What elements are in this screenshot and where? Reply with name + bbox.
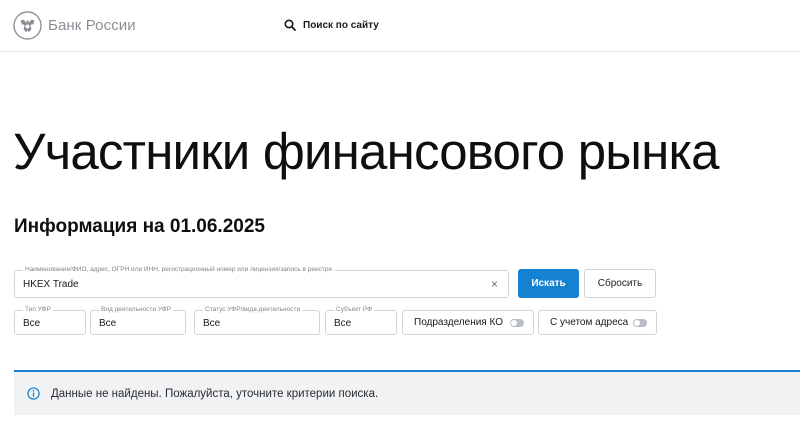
- filter-region[interactable]: Субъект РФ Все: [325, 306, 397, 335]
- page-title: Участники финансового рынка: [13, 123, 719, 180]
- toggle-ko-divisions-label: Подразделения КО: [414, 317, 503, 328]
- toggle-switch-icon[interactable]: [510, 318, 524, 327]
- search-link-label: Поиск по сайту: [303, 19, 379, 31]
- toggle-with-address[interactable]: С учетом адреса: [538, 310, 657, 335]
- filter-activity-type-label: Вид деятельности УФР: [99, 306, 174, 314]
- site-header: Банк России Поиск по сайту: [0, 0, 800, 52]
- info-icon: [27, 387, 40, 400]
- reset-button[interactable]: Сбросить: [584, 269, 656, 298]
- filter-status[interactable]: Статус УФР/вида деятельности Все: [194, 306, 320, 335]
- clear-icon[interactable]: ×: [491, 278, 498, 290]
- filter-ufr-type-label: Тип УФР: [23, 306, 53, 314]
- no-results-notice: Данные не найдены. Пожалуйста, уточните …: [14, 370, 800, 415]
- filter-activity-type-value: Все: [99, 318, 117, 329]
- info-date-title: Информация на 01.06.2025: [14, 216, 265, 237]
- filter-status-value: Все: [203, 318, 221, 329]
- bank-emblem-icon[interactable]: [13, 11, 42, 40]
- registry-search-input[interactable]: Наименование/ФИО, адрес, ОГРН или ИНН, р…: [14, 266, 509, 298]
- filter-ufr-type-value: Все: [23, 318, 41, 329]
- toggle-switch-icon[interactable]: [633, 318, 647, 327]
- filter-region-label: Субъект РФ: [334, 306, 375, 314]
- toggle-with-address-label: С учетом адреса: [550, 317, 629, 328]
- site-search-link[interactable]: Поиск по сайту: [284, 19, 379, 31]
- toggle-ko-divisions[interactable]: Подразделения КО: [402, 310, 534, 335]
- filter-region-value: Все: [334, 318, 352, 329]
- search-icon: [284, 19, 296, 31]
- filter-ufr-type[interactable]: Тип УФР Все: [14, 306, 86, 335]
- registry-search-value[interactable]: HKEX Trade: [23, 279, 79, 290]
- notice-text: Данные не найдены. Пожалуйста, уточните …: [51, 387, 379, 400]
- registry-search-label: Наименование/ФИО, адрес, ОГРН или ИНН, р…: [23, 266, 335, 274]
- search-button[interactable]: Искать: [518, 269, 579, 298]
- filter-status-label: Статус УФР/вида деятельности: [203, 306, 303, 314]
- brand-name[interactable]: Банк России: [48, 17, 136, 34]
- filter-activity-type[interactable]: Вид деятельности УФР Все: [90, 306, 186, 335]
